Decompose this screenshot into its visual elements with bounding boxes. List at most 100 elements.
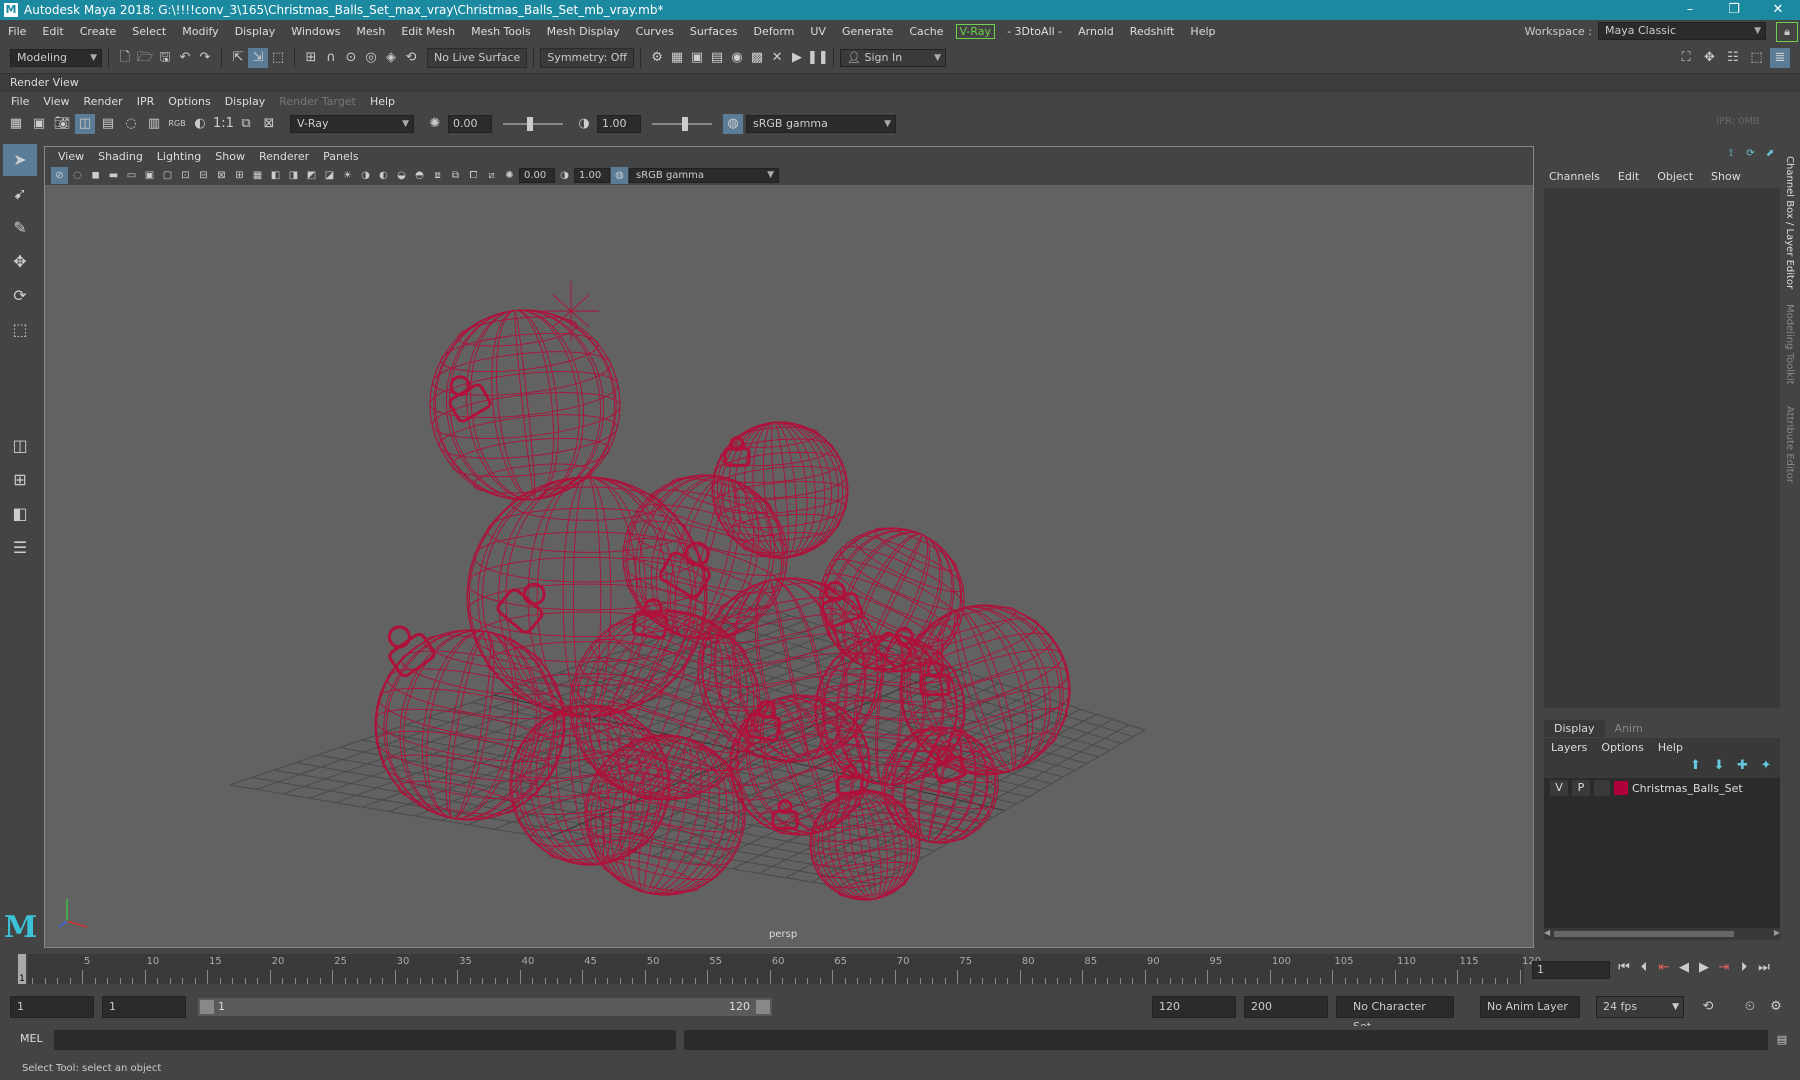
le-menu-layers[interactable]: Layers xyxy=(1544,741,1594,754)
refresh-icon[interactable]: ⟳ xyxy=(1743,146,1759,162)
slider-knob[interactable] xyxy=(527,117,533,131)
layer-color-swatch[interactable] xyxy=(1614,781,1628,795)
safe-action-icon[interactable]: ⊟ xyxy=(195,167,212,184)
ipr-icon[interactable]: ◫ xyxy=(75,114,95,134)
vp-gamma-field[interactable]: 1.00 xyxy=(574,167,610,183)
scroll-right-icon[interactable]: ▶ xyxy=(1774,928,1780,937)
vp-menu-renderer[interactable]: Renderer xyxy=(252,150,316,163)
layer-playback-toggle[interactable]: P xyxy=(1572,780,1590,796)
snap-view-icon[interactable]: ◎ xyxy=(361,48,381,68)
menu-file[interactable]: File xyxy=(0,25,34,38)
menu-generate[interactable]: Generate xyxy=(834,25,901,38)
command-language-label[interactable]: MEL xyxy=(20,1032,43,1045)
playback-end-field[interactable]: 120 xyxy=(1152,996,1236,1018)
cb-menu-channels[interactable]: Channels xyxy=(1540,170,1609,183)
range-bar[interactable]: 1 120 xyxy=(198,998,772,1016)
real-size-button[interactable]: 1:1 xyxy=(213,114,234,134)
render-settings-icon[interactable]: ⚙ xyxy=(647,48,667,68)
channel-box-area[interactable] xyxy=(1544,188,1780,708)
ambient-occlusion-icon[interactable]: ◐ xyxy=(375,167,392,184)
paint-select-tool-icon[interactable]: ✎ xyxy=(3,212,37,244)
shadows-icon[interactable]: ◑ xyxy=(357,167,374,184)
tab-display[interactable]: Display xyxy=(1544,720,1605,737)
rv-menu-view[interactable]: View xyxy=(36,95,76,108)
grid-toggle-icon[interactable]: ⊞ xyxy=(231,167,248,184)
step-back-frame-icon[interactable]: ⏴ xyxy=(1634,960,1654,975)
axis-icon[interactable]: ⟟ xyxy=(1723,146,1739,162)
scroll-left-icon[interactable]: ◀ xyxy=(1544,928,1550,937)
menu-mesh[interactable]: Mesh xyxy=(348,25,393,38)
menu-create[interactable]: Create xyxy=(72,25,125,38)
select-camera-icon[interactable]: ⊘ xyxy=(51,166,68,184)
menu-cache[interactable]: Cache xyxy=(901,25,951,38)
anim-preferences-icon[interactable]: ⚙ xyxy=(1766,997,1786,1017)
keep-image-icon[interactable]: ⧉ xyxy=(236,114,256,134)
vray-stop-icon[interactable]: ✕ xyxy=(767,48,787,68)
menuset-dropdown[interactable]: Modeling ▼ xyxy=(10,48,102,67)
menu-mesh-tools[interactable]: Mesh Tools xyxy=(463,25,539,38)
play-forwards-icon[interactable]: ▶ xyxy=(1694,960,1714,975)
tab-modeling-toolkit[interactable]: Modeling Toolkit xyxy=(1784,304,1795,385)
move-tool-icon[interactable]: ✥ xyxy=(3,246,37,278)
vp-menu-lighting[interactable]: Lighting xyxy=(150,150,208,163)
play-backwards-icon[interactable]: ◀ xyxy=(1674,960,1694,975)
live-surface-button[interactable]: No Live Surface xyxy=(427,47,528,68)
color-management-icon[interactable]: ◍ xyxy=(611,166,628,184)
rv-menu-display[interactable]: Display xyxy=(218,95,273,108)
outliner-layout-icon[interactable]: ☰ xyxy=(3,532,37,564)
lock-icon[interactable]: 🔒︎ xyxy=(1776,22,1798,42)
scrollbar-thumb[interactable] xyxy=(1554,931,1734,937)
vray-ipr-icon[interactable]: ▩ xyxy=(747,48,767,68)
go-to-start-icon[interactable]: ⏮ xyxy=(1614,960,1634,975)
tool-settings-icon[interactable]: ⬚ xyxy=(1747,48,1767,68)
sign-in-button[interactable]: 👤︎ Sign In ▼ xyxy=(840,48,947,67)
rv-menu-options[interactable]: Options xyxy=(161,95,217,108)
render-region-icon[interactable]: ▣ xyxy=(29,114,49,134)
single-perspective-layout-icon[interactable]: ◫ xyxy=(3,430,37,462)
bookmark-icon[interactable]: ◼ xyxy=(87,167,104,184)
ornament-ball[interactable] xyxy=(706,416,853,563)
vray-vfb-icon[interactable]: ▶ xyxy=(787,48,807,68)
vp-exposure-field[interactable]: 0.00 xyxy=(519,167,555,183)
color-management-icon[interactable]: ◍ xyxy=(723,114,743,134)
menu-mesh-display[interactable]: Mesh Display xyxy=(539,25,628,38)
rotate-tool-icon[interactable]: ⟳ xyxy=(3,280,37,312)
minimize-button[interactable]: – xyxy=(1668,0,1712,20)
christmas-balls-wireframe[interactable] xyxy=(360,281,1092,912)
layer-name[interactable]: Christmas_Balls_Set xyxy=(1632,782,1743,795)
vp-color-space-dropdown[interactable]: sRGB gamma ▼ xyxy=(629,167,779,183)
four-view-layout-icon[interactable]: ⊞ xyxy=(3,464,37,496)
layer-list-scrollbar[interactable]: ◀ ▶ xyxy=(1544,928,1780,940)
loop-icon[interactable]: ⟲ xyxy=(1698,997,1718,1017)
ornament-cap[interactable] xyxy=(723,436,751,467)
menu-surfaces[interactable]: Surfaces xyxy=(682,25,746,38)
alpha-channel-icon[interactable]: ◐ xyxy=(190,114,210,134)
go-to-end-icon[interactable]: ⏭ xyxy=(1754,960,1774,975)
select-object-icon[interactable]: ⇲ xyxy=(248,47,268,68)
tab-attribute-editor[interactable]: Attribute Editor xyxy=(1784,406,1795,483)
gamma-field[interactable]: 1.00 xyxy=(597,115,641,133)
menu-display[interactable]: Display xyxy=(227,25,284,38)
rv-menu-file[interactable]: File xyxy=(4,95,36,108)
menu-curves[interactable]: Curves xyxy=(628,25,682,38)
lights-icon[interactable]: ☀ xyxy=(339,167,356,184)
render-settings-icon[interactable]: ▥ xyxy=(144,114,164,134)
move-layer-up-icon[interactable]: ⬆ xyxy=(1686,756,1706,776)
light-locator-icon[interactable] xyxy=(543,281,599,341)
command-input[interactable] xyxy=(54,1030,676,1050)
close-button[interactable]: ✕ xyxy=(1756,0,1800,20)
snap-grid-icon[interactable]: ⊞ xyxy=(301,48,321,68)
time-slider-track[interactable]: 5 10 15 20 25 30 35 40 45 50 55 60 65 70 75 80 85 90 95 100… xyxy=(28,954,1541,984)
xray-components-icon[interactable]: ⧄ xyxy=(483,167,500,184)
snap-surface-icon[interactable]: ◈ xyxy=(381,48,401,68)
move-layer-down-icon[interactable]: ⬇ xyxy=(1709,756,1729,776)
viewport-canvas[interactable] xyxy=(45,185,1533,947)
ornament-cap[interactable] xyxy=(496,574,556,635)
pin-icon[interactable]: ⬈ xyxy=(1762,146,1778,162)
snap-point-icon[interactable]: ⊙ xyxy=(341,48,361,68)
menu-redshift[interactable]: Redshift xyxy=(1122,25,1183,38)
snap-live-icon[interactable]: ⟲ xyxy=(401,48,421,68)
color-space-dropdown[interactable]: sRGB gamma ▼ xyxy=(746,115,896,133)
tab-anim[interactable]: Anim xyxy=(1605,720,1653,737)
snapshot-icon[interactable]: 📷︎ xyxy=(52,114,72,134)
